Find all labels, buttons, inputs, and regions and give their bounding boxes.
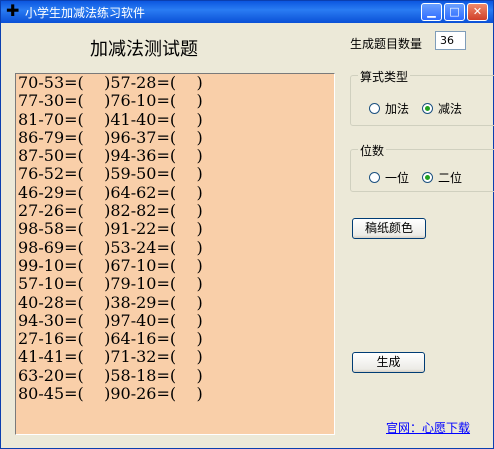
app-icon: ✚ [6, 1, 20, 20]
radio-addition[interactable]: 加法 [369, 100, 409, 117]
problem-row: 63-20=( )58-18=( ) [18, 365, 203, 385]
radio-selected-icon [422, 103, 433, 114]
maximize-button[interactable]: □ [444, 3, 465, 21]
close-icon: ✕ [472, 5, 483, 18]
problem-row: 57-10=( )79-10=( ) [18, 274, 203, 294]
problem-row: 86-79=( )96-37=( ) [18, 127, 203, 147]
app-window: ✚ 小学生加减法练习软件 ▁ □ ✕ 加减法测试题 70-53=( )57-28… [0, 0, 494, 449]
problem-list: 70-53=( )57-28=( ) 77-30=( )76-10=( ) 81… [18, 74, 203, 403]
formula-type-group: 算式类型 加法 减法 [350, 68, 494, 126]
minimize-button[interactable]: ▁ [421, 3, 442, 21]
problem-row: 80-45=( )90-26=( ) [18, 384, 203, 404]
problem-row: 98-69=( )53-24=( ) [18, 237, 203, 257]
client-area: 加减法测试题 70-53=( )57-28=( ) 77-30=( )76-10… [4, 23, 494, 446]
page-title: 加减法测试题 [90, 39, 198, 60]
radio-one-digit[interactable]: 一位 [369, 169, 409, 186]
problem-row: 77-30=( )76-10=( ) [18, 91, 203, 111]
title-bar[interactable]: ✚ 小学生加减法练习软件 ▁ □ ✕ [1, 1, 493, 23]
maximize-icon: □ [449, 5, 460, 18]
radio-subtraction-label: 减法 [438, 102, 463, 116]
problem-row: 99-10=( )67-10=( ) [18, 255, 203, 275]
radio-addition-label: 加法 [385, 102, 410, 116]
website-link[interactable]: 官网：心愿下载 [386, 419, 470, 436]
problem-row: 46-29=( )64-62=( ) [18, 182, 203, 202]
digit-title: 位数 [358, 142, 387, 159]
count-label: 生成题目数量 [350, 37, 423, 51]
window-title: 小学生加减法练习软件 [25, 6, 146, 20]
radio-two-digit-label: 二位 [438, 171, 463, 185]
radio-unselected-icon [369, 103, 380, 114]
close-button[interactable]: ✕ [467, 3, 488, 21]
problem-row: 27-26=( )82-82=( ) [18, 201, 203, 221]
radio-subtraction[interactable]: 减法 [422, 100, 462, 117]
radio-unselected-icon [369, 172, 380, 183]
problem-row: 40-28=( )38-29=( ) [18, 292, 203, 312]
minimize-icon: ▁ [427, 5, 436, 18]
count-input[interactable]: 36 [435, 31, 466, 50]
problem-row: 76-52=( )59-50=( ) [18, 164, 203, 184]
problem-sheet[interactable]: 70-53=( )57-28=( ) 77-30=( )76-10=( ) 81… [15, 73, 335, 435]
problem-row: 81-70=( )41-40=( ) [18, 109, 203, 129]
digit-group: 位数 一位 二位 [350, 142, 494, 192]
problem-row: 98-58=( )91-22=( ) [18, 219, 203, 239]
radio-two-digit[interactable]: 二位 [422, 169, 462, 186]
paper-color-button[interactable]: 稿纸颜色 [352, 218, 426, 239]
formula-type-title: 算式类型 [358, 68, 411, 85]
problem-row: 87-50=( )94-36=( ) [18, 146, 203, 166]
problem-row: 27-16=( )64-16=( ) [18, 329, 203, 349]
generate-button[interactable]: 生成 [352, 352, 425, 373]
problem-row: 41-41=( )71-32=( ) [18, 347, 203, 367]
radio-selected-icon [422, 172, 433, 183]
problem-row: 94-30=( )97-40=( ) [18, 310, 203, 330]
problem-row: 70-53=( )57-28=( ) [18, 73, 203, 92]
radio-one-digit-label: 一位 [385, 171, 410, 185]
